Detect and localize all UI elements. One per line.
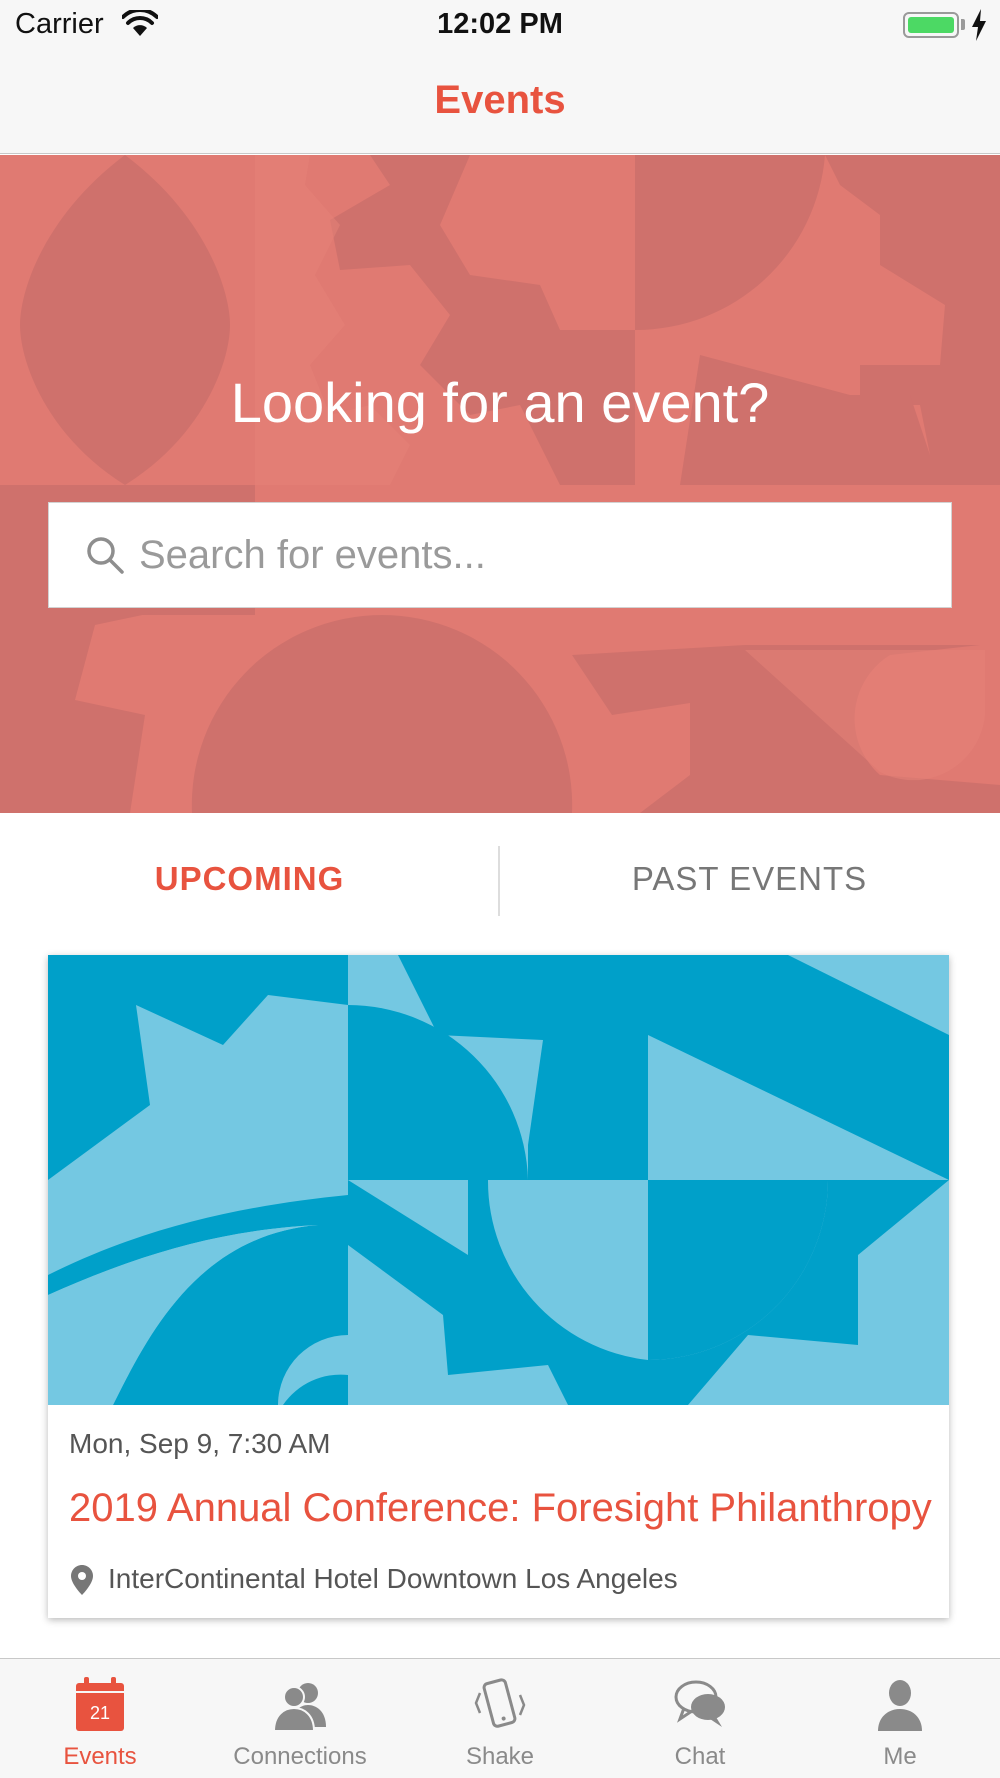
tabbar-label-me: Me	[883, 1743, 917, 1770]
search-icon	[87, 537, 124, 574]
status-time: 12:02 PM	[437, 8, 563, 40]
charging-bolt-icon	[972, 9, 986, 41]
tabbar-item-chat[interactable]: Chat	[600, 1659, 800, 1778]
tabbar-item-me[interactable]: Me	[800, 1659, 1000, 1778]
tabbar-item-connections[interactable]: Connections	[200, 1659, 400, 1778]
tab-past-events[interactable]: PAST EVENTS	[500, 813, 999, 945]
location-pin-icon	[71, 1565, 93, 1595]
page-title: Events	[434, 78, 566, 122]
people-icon	[272, 1683, 326, 1732]
hero-title: Looking for an event?	[230, 371, 770, 434]
battery-cap	[961, 19, 965, 30]
event-tabs: UPCOMING PAST EVENTS	[0, 813, 1000, 945]
tabbar-label-chat: Chat	[674, 1743, 726, 1770]
tabbar-label-shake: Shake	[465, 1743, 535, 1770]
tab-upcoming[interactable]: UPCOMING	[0, 813, 499, 945]
hero-banner: Looking for an event?	[0, 155, 1000, 813]
calendar-icon: 21	[76, 1677, 124, 1731]
hero-pattern-background	[0, 155, 1000, 813]
status-bar: Carrier 12:02 PM	[0, 0, 1000, 50]
calendar-day-number: 21	[90, 1703, 110, 1723]
navigation-bar: Events	[0, 50, 1000, 154]
search-input[interactable]	[139, 503, 919, 607]
bottom-tab-bar: 21 Events Connections Shake Chat Me	[0, 1658, 1000, 1778]
phone-shake-icon	[474, 1678, 526, 1728]
person-icon	[878, 1680, 922, 1731]
event-date: Mon, Sep 9, 7:30 AM	[69, 1428, 331, 1459]
tabbar-label-events: Events	[63, 1743, 137, 1770]
tabbar-label-connections: Connections	[233, 1743, 367, 1770]
battery-icon	[903, 12, 959, 38]
chat-bubbles-icon	[674, 1680, 725, 1727]
search-bar[interactable]	[48, 502, 952, 608]
tabbar-item-events[interactable]: 21 Events	[0, 1659, 200, 1778]
event-card-image	[48, 955, 949, 1405]
event-card[interactable]: Mon, Sep 9, 7:30 AM 2019 Annual Conferen…	[48, 955, 949, 1618]
event-location: InterContinental Hotel Downtown Los Ange…	[108, 1563, 678, 1594]
tabbar-item-shake[interactable]: Shake	[400, 1659, 600, 1778]
event-title[interactable]: 2019 Annual Conference: Foresight Philan…	[69, 1486, 939, 1531]
